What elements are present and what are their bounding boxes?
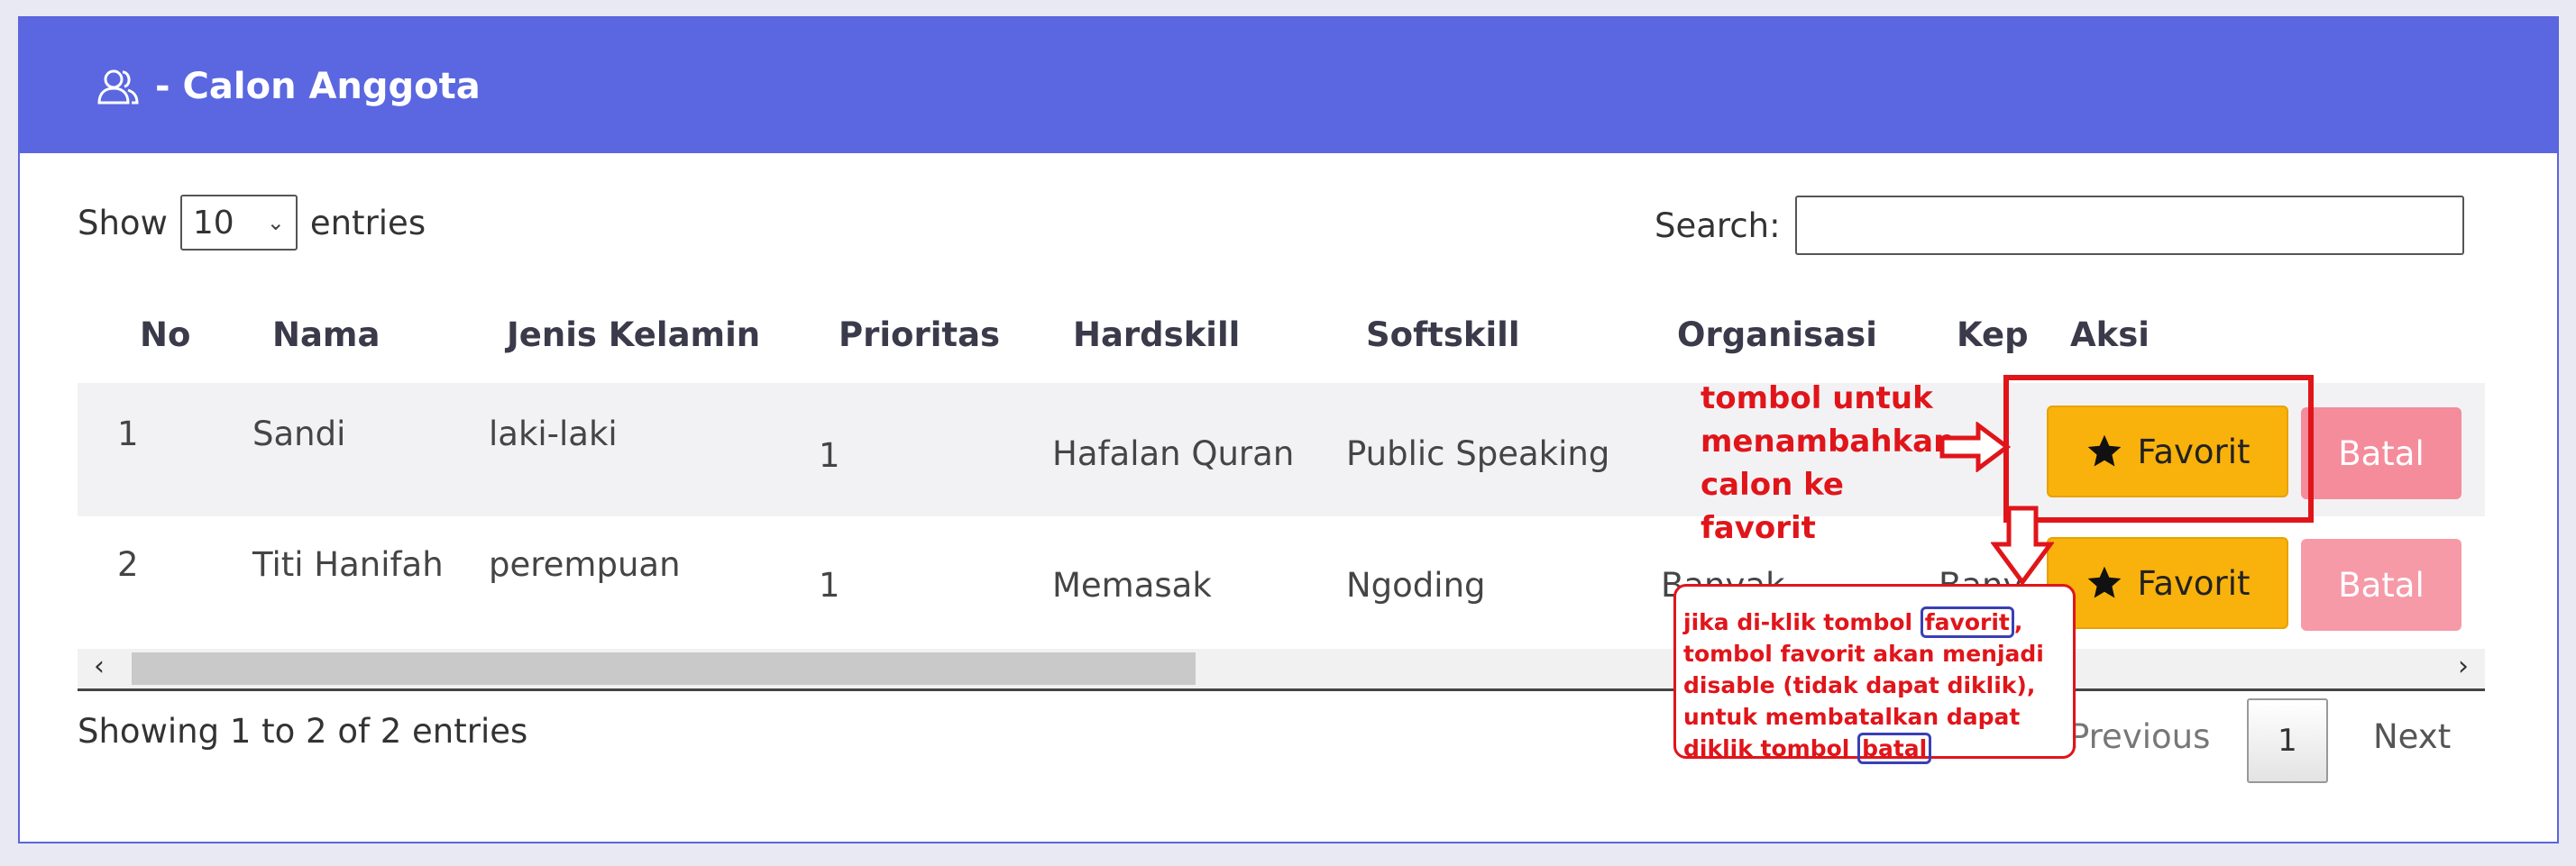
cell-no: 1	[117, 415, 139, 453]
highlight-box	[2003, 375, 2314, 523]
cell-hardskill: Memasak	[1052, 566, 1212, 605]
column-header-aksi[interactable]: Aksi	[2070, 315, 2150, 354]
pagination-previous[interactable]: Previous	[2069, 717, 2210, 756]
batal-button[interactable]: Batal	[2301, 539, 2461, 631]
annotation-note-favorit: tombol untuk menambahkan calon ke favori…	[1701, 380, 1956, 546]
annotation-note-disable: jika di-klik tombol favorit, tombol favo…	[1673, 584, 2076, 764]
cell-hardskill: Hafalan Quran	[1052, 434, 1295, 473]
cell-nama: Sandi	[252, 415, 346, 453]
show-label: Show	[78, 203, 168, 242]
card-header: - Calon Anggota	[20, 18, 2557, 153]
annotation-highlight-batal: batal	[1857, 733, 1932, 764]
batal-label: Batal	[2338, 433, 2425, 473]
pagination-page-1[interactable]: 1	[2247, 698, 2328, 783]
page-size-value: 10	[192, 204, 234, 242]
pagination-next[interactable]: Next	[2373, 717, 2451, 756]
batal-label: Batal	[2338, 565, 2425, 605]
favorit-label: Favorit	[2137, 563, 2251, 603]
arrow-right-icon	[1939, 422, 2011, 472]
arrow-down-icon	[1991, 506, 2054, 586]
search-input[interactable]	[1794, 196, 2464, 255]
horizontal-scrollbar[interactable]: ‹ ›	[78, 649, 2485, 691]
cell-softskill: Ngoding	[1346, 566, 1486, 605]
card-title: - Calon Anggota	[92, 59, 481, 114]
cell-softskill: Public Speaking	[1346, 434, 1610, 473]
entries-label: entries	[309, 203, 426, 242]
chevron-down-icon: ⌄	[266, 210, 285, 235]
scroll-thumb[interactable]	[132, 652, 1196, 685]
search-label: Search:	[1655, 205, 1781, 245]
annotation-highlight-favorit: favorit	[1920, 606, 2014, 638]
search-control: Search:	[1655, 194, 2464, 257]
scroll-left-icon[interactable]: ‹	[94, 651, 105, 682]
star-icon	[2088, 566, 2122, 598]
column-header-nama[interactable]: Nama	[272, 315, 380, 354]
page-size-select[interactable]: 10 ⌄	[179, 195, 298, 251]
column-header-jenis-kelamin[interactable]: Jenis Kelamin	[507, 315, 760, 354]
column-header-softskill[interactable]: Softskill	[1366, 315, 1520, 354]
batal-button[interactable]: Batal	[2301, 407, 2461, 499]
column-header-no[interactable]: No	[140, 315, 190, 354]
column-header-hardskill[interactable]: Hardskill	[1073, 315, 1240, 354]
cell-jenis-kelamin: perempuan	[489, 545, 681, 584]
column-header-organisasi[interactable]: Organisasi	[1677, 315, 1877, 354]
column-header-prioritas[interactable]: Prioritas	[839, 315, 1000, 354]
column-header-kep[interactable]: Kep	[1957, 315, 2029, 354]
users-icon	[97, 69, 139, 105]
cell-jenis-kelamin: laki-laki	[489, 415, 618, 453]
page-size-control: Show 10 ⌄ entries	[78, 191, 426, 254]
scroll-right-icon[interactable]: ›	[2458, 651, 2469, 682]
cell-nama: Titi Hanifah	[252, 545, 444, 584]
table-info: Showing 1 to 2 of 2 entries	[78, 712, 528, 751]
page-title: - Calon Anggota	[155, 66, 481, 107]
cell-no: 2	[117, 545, 139, 584]
cell-prioritas: 1	[819, 566, 840, 605]
favorit-button[interactable]: Favorit	[2047, 537, 2288, 629]
cell-prioritas: 1	[819, 436, 840, 475]
annotation-text-a: jika di-klik tombol	[1683, 609, 1921, 635]
